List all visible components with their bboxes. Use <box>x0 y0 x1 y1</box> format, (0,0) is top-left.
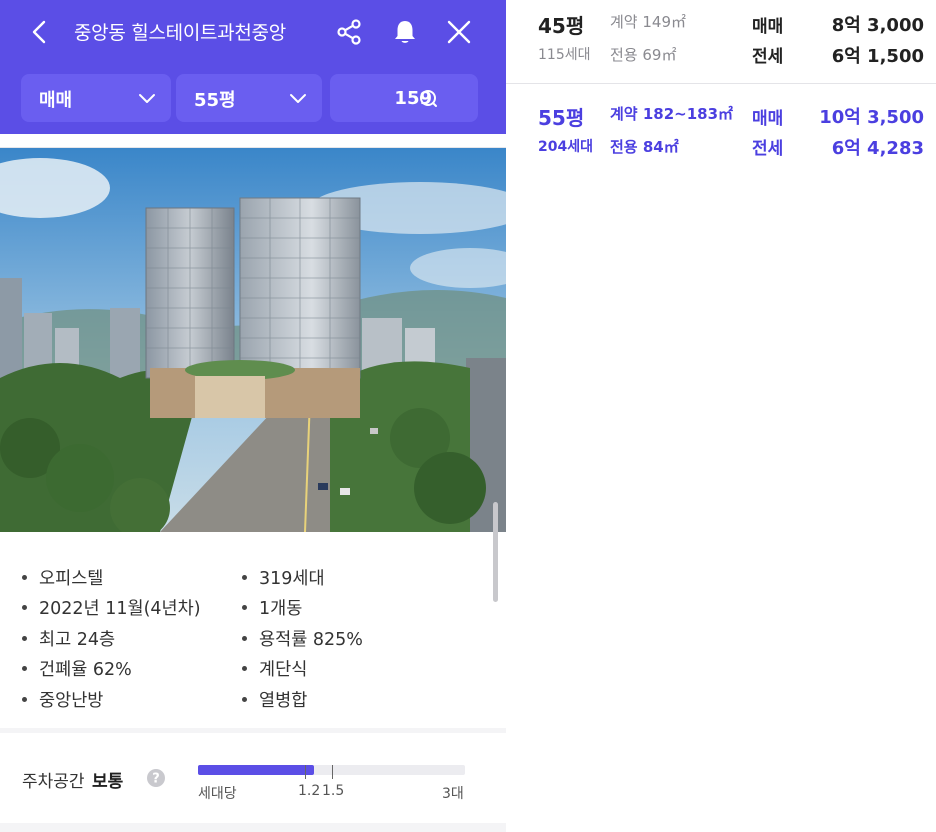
svg-text:?: ? <box>152 772 160 787</box>
unit-households: 115세대 <box>538 47 591 63</box>
list-item: 1개동 <box>242 593 363 624</box>
bullet-icon <box>242 605 247 611</box>
building-rendering-image <box>0 148 506 532</box>
unit-households: 204세대 <box>538 139 593 155</box>
list-item: 계단식 <box>242 654 363 685</box>
scrollbar-thumb[interactable] <box>493 502 498 602</box>
share-icon <box>337 19 361 45</box>
list-item: 2022년 11월(4년차) <box>22 593 201 624</box>
info-max-floor: 최고 24층 <box>39 629 116 650</box>
info-list-right: 319세대 1개동 용적률 825% 계단식 열병합 <box>242 562 363 715</box>
complex-photo[interactable] <box>0 148 506 532</box>
bullet-icon <box>242 574 247 580</box>
unit-net-area: 전용 84㎡ <box>610 138 679 156</box>
list-item: 319세대 <box>242 562 363 593</box>
info-type: 오피스텔 <box>39 568 104 589</box>
unit-contract-area: 계약 182~183㎡ <box>610 105 734 123</box>
info-coverage-ratio: 건폐율 62% <box>39 660 132 681</box>
parking-max-label: 3대 <box>442 786 464 802</box>
unit-lease-price: 6억 1,500 <box>831 46 924 67</box>
parking-tick-1-5 <box>331 765 333 779</box>
help-icon[interactable]: ? <box>146 768 166 788</box>
speech-bubble-icon <box>420 90 437 107</box>
header-divider <box>0 134 506 148</box>
chevron-down-icon <box>290 94 306 103</box>
back-button[interactable] <box>18 10 62 54</box>
list-item: 열병합 <box>242 684 363 715</box>
unit-sale-price: 10억 3,500 <box>819 107 924 128</box>
list-item: 최고 24층 <box>22 623 201 654</box>
header-toolbar: 중앙동 힐스테이트과천중앙 <box>0 0 506 66</box>
chevron-left-icon <box>32 20 46 44</box>
size-dropdown[interactable]: 55평 <box>176 74 322 122</box>
parking-section: 주차공간 보통 ? 세대당 1.2 1.5 3대 <box>0 733 506 823</box>
unit-trade-type-lease: 전세 <box>752 47 784 67</box>
bell-icon <box>395 21 415 43</box>
info-heat-source: 열병합 <box>259 690 308 711</box>
trade-type-value: 매매 <box>39 90 73 111</box>
listing-count-button[interactable]: 159 <box>330 74 478 122</box>
alarm-button[interactable] <box>383 10 427 54</box>
parking-tick-label-2: 1.5 <box>322 783 345 799</box>
bullet-icon <box>22 574 27 580</box>
bullet-icon <box>22 605 27 611</box>
parking-tick-label-1: 1.2 <box>298 783 321 799</box>
parking-label: 주차공간 보통 <box>22 767 123 792</box>
complex-detail-panel: 중앙동 힐스테이트과천중앙 매매 55평 159 오피스텔 2022년 11월(… <box>0 0 506 832</box>
unit-contract-area: 계약 149㎡ <box>610 13 686 31</box>
unit-size: 55평 <box>538 106 585 130</box>
bullet-icon <box>22 635 27 641</box>
share-button[interactable] <box>327 10 371 54</box>
close-icon <box>447 20 471 44</box>
close-button[interactable] <box>437 10 481 54</box>
list-item: 오피스텔 <box>22 562 201 593</box>
info-hallway-type: 계단식 <box>259 660 308 681</box>
list-item: 건폐율 62% <box>22 654 201 685</box>
bullet-icon <box>242 635 247 641</box>
header: 중앙동 힐스테이트과천중앙 매매 55평 159 <box>0 0 506 134</box>
info-floor-area-ratio: 용적률 825% <box>259 629 363 650</box>
chevron-down-icon <box>139 94 155 103</box>
bullet-icon <box>22 666 27 672</box>
unit-row-55py[interactable]: 55평 204세대 계약 182~183㎡ 전용 84㎡ 매매 전세 10억 3… <box>506 92 936 162</box>
bullet-icon <box>22 696 27 702</box>
unit-trade-type-sale: 매매 <box>752 109 784 129</box>
trade-type-dropdown[interactable]: 매매 <box>21 74 171 122</box>
unit-size: 45평 <box>538 14 585 38</box>
unit-size-list: 45평 115세대 계약 149㎡ 전용 69㎡ 매매 전세 8억 3,000 … <box>506 0 936 832</box>
list-item: 중앙난방 <box>22 684 201 715</box>
info-buildings: 1개동 <box>259 599 303 620</box>
unit-row-45py[interactable]: 45평 115세대 계약 149㎡ 전용 69㎡ 매매 전세 8억 3,000 … <box>506 0 936 84</box>
parking-title: 주차공간 <box>22 772 85 792</box>
bullet-icon <box>242 666 247 672</box>
bullet-icon <box>242 696 247 702</box>
parking-level: 보통 <box>91 772 124 792</box>
complex-info-card: 오피스텔 2022년 11월(4년차) 최고 24층 건폐율 62% 중앙난방 … <box>0 532 506 728</box>
parking-bar-fill <box>198 765 314 775</box>
info-households: 319세대 <box>259 568 325 589</box>
unit-sale-price: 8억 3,000 <box>831 15 924 36</box>
info-list-left: 오피스텔 2022년 11월(4년차) 최고 24층 건폐율 62% 중앙난방 <box>22 562 201 715</box>
page-title: 중앙동 힐스테이트과천중앙 <box>74 22 286 44</box>
size-value: 55평 <box>194 90 236 111</box>
unit-lease-price: 6억 4,283 <box>831 138 924 159</box>
unit-trade-type-sale: 매매 <box>752 17 784 37</box>
list-item: 용적률 825% <box>242 623 363 654</box>
info-heating: 중앙난방 <box>39 690 104 711</box>
parking-tick-1-2 <box>304 765 306 779</box>
unit-trade-type-lease: 전세 <box>752 139 784 159</box>
parking-unit-label: 세대당 <box>198 786 237 802</box>
info-approval-date: 2022년 11월(4년차) <box>39 599 201 620</box>
unit-net-area: 전용 69㎡ <box>610 46 677 64</box>
